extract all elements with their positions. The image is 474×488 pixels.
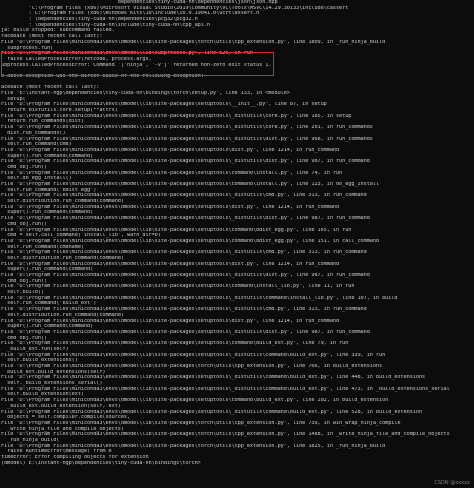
watermark: CSDN @xxxxx <box>434 480 470 486</box>
terminal-window[interactable]: dependencies\tiny-cuda-nn\dependencies\j… <box>0 0 474 488</box>
terminal-line: File "D:\Program Files\miniconda3\envs\d… <box>1 432 450 438</box>
terminal-output: dependencies\tiny-cuda-nn\dependencies\j… <box>0 0 474 466</box>
terminal-line: (dmodel) E:\instant-ngp\dependencies\tin… <box>1 460 201 466</box>
